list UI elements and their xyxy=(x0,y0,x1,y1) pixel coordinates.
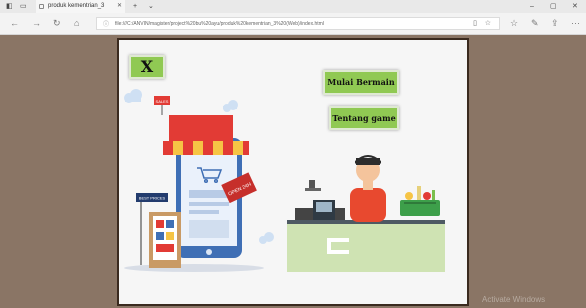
url-text[interactable]: file:///C:/ANVIN/magister/project%20bu%2… xyxy=(115,18,415,30)
tab-title: produk kementrian_3 xyxy=(48,3,105,9)
exit-button[interactable]: X xyxy=(129,55,165,79)
close-window-icon[interactable]: ✕ xyxy=(572,2,578,11)
browser-tab[interactable]: produk kementrian_3 ✕ xyxy=(36,0,125,13)
share-icon[interactable]: ⇪ xyxy=(551,18,559,28)
game-canvas: SALES OPEN 24H BEST PRICES X Mulai Berma… xyxy=(117,38,469,306)
sale-board xyxy=(149,212,181,268)
info-icon: ⓘ xyxy=(103,22,110,28)
home-icon[interactable]: ⌂ xyxy=(74,18,79,28)
market-illustration: SALES OPEN 24H BEST PRICES xyxy=(124,89,445,272)
reading-view-icon[interactable]: ▯ xyxy=(473,18,477,30)
activate-windows-watermark: Activate Windows xyxy=(482,295,546,304)
address-bar[interactable]: ⓘ file:///C:/ANVIN/magister/project%20bu… xyxy=(96,17,500,30)
tab-list-chevron-icon[interactable]: ⌄ xyxy=(148,2,154,11)
sales-sign: SALES xyxy=(154,96,170,115)
cashier-person xyxy=(350,155,386,222)
forward-arrow-icon[interactable]: → xyxy=(32,18,41,28)
minimize-icon[interactable]: – xyxy=(530,2,534,11)
address-toolbar: ← → ↻ ⌂ ⓘ file:///C:/ANVIN/magister/proj… xyxy=(0,13,586,35)
new-tab-icon[interactable]: + xyxy=(133,2,137,11)
back-arrow-icon[interactable]: ← xyxy=(10,18,19,28)
sales-sign-label: SALES xyxy=(156,99,169,104)
close-tab-icon[interactable]: ✕ xyxy=(117,0,122,13)
maximize-icon[interactable]: ▢ xyxy=(550,2,557,11)
tab-bar: ◧ ▭ produk kementrian_3 ✕ + ⌄ – ▢ ✕ xyxy=(0,0,586,13)
more-icon[interactable]: ··· xyxy=(571,18,580,28)
start-game-button[interactable]: Mulai Bermain xyxy=(323,70,399,95)
window-menu-icon[interactable]: ◧ xyxy=(6,2,13,11)
best-prices-label: BEST PRICES xyxy=(139,196,166,201)
cash-register xyxy=(295,180,345,220)
tab-preview-icon[interactable]: ▭ xyxy=(20,2,27,11)
cashier-counter xyxy=(287,220,445,272)
hub-icon[interactable]: ☆ xyxy=(510,18,518,28)
refresh-icon[interactable]: ↻ xyxy=(53,18,61,28)
shopping-basket xyxy=(400,186,440,216)
page-favicon-icon xyxy=(39,4,44,9)
pen-icon[interactable]: ✎ xyxy=(531,18,539,28)
about-game-button[interactable]: Tentang game xyxy=(329,106,399,130)
favorite-star-icon[interactable]: ☆ xyxy=(485,18,491,30)
